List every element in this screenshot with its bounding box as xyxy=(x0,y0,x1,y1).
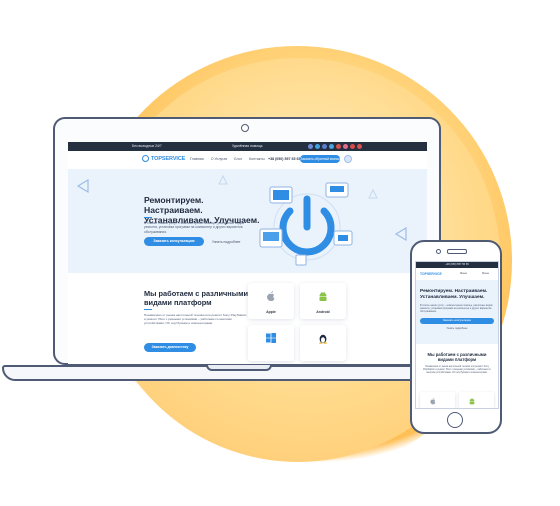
phone-logo[interactable]: TOPSERVICE xyxy=(420,272,442,276)
phone-hero-title: Ремонтируем. Настраиваем. Устанавливаем.… xyxy=(420,289,488,300)
os-card-android[interactable]: Android xyxy=(300,283,346,319)
social-links xyxy=(308,144,362,149)
nav-phone[interactable]: +38 (050) 557 65 65 xyxy=(268,157,300,161)
social-icon[interactable] xyxy=(322,144,327,149)
top-info-bar: Без выходных 24/7 Удалённая помощь xyxy=(68,142,427,151)
phone-menu-link[interactable]: Меню xyxy=(460,272,467,275)
triangle-decor-icon xyxy=(368,189,378,199)
phone-consultation-button[interactable]: Заказать консультацию xyxy=(420,318,494,324)
platforms-title: Мы работаем с различными видами платформ xyxy=(144,289,249,307)
title-underline xyxy=(144,217,152,219)
social-icon[interactable] xyxy=(336,144,341,149)
android-icon xyxy=(319,291,327,301)
android-icon xyxy=(469,398,475,405)
social-icon[interactable] xyxy=(343,144,348,149)
social-icon[interactable] xyxy=(357,144,362,149)
platforms-text: Независимо от рынка настольной техники и… xyxy=(144,313,247,326)
social-icon[interactable] xyxy=(308,144,313,149)
laptop-camera xyxy=(241,124,249,132)
windows-icon xyxy=(266,333,276,343)
power-logo-icon xyxy=(142,155,149,162)
phone-platforms-text: Независимо от рынка настольной техники и… xyxy=(423,366,491,375)
hero-section: Ремонтируем. Настраиваем. Устанавливаем.… xyxy=(68,169,427,273)
laptop-notch xyxy=(206,365,272,371)
os-card-linux[interactable] xyxy=(300,325,346,361)
phone-learn-more-link[interactable]: Узнать подробнее xyxy=(416,327,498,330)
search-icon[interactable] xyxy=(344,155,352,163)
phone-home-button[interactable] xyxy=(447,412,463,428)
learn-more-link[interactable]: Узнать подробнее xyxy=(212,240,240,244)
logo[interactable]: TOPSERVICE xyxy=(142,155,185,162)
triangle-decor-icon xyxy=(76,179,89,193)
nav-link-home[interactable]: Главная xyxy=(190,157,204,161)
working-hours: Без выходных 24/7 xyxy=(132,144,162,148)
nav-link-contacts[interactable]: Контакты xyxy=(249,157,265,161)
os-label: Android xyxy=(316,310,330,314)
os-card-apple[interactable]: Apple xyxy=(248,283,294,319)
nav-link-blog[interactable]: Блог xyxy=(234,157,242,161)
phone-screen: +38 (050) 557 65 65 TOPSERVICE Меню Меню… xyxy=(415,261,499,409)
title-underline xyxy=(144,309,152,311)
os-card-windows[interactable] xyxy=(248,325,294,361)
phone-os-card-apple[interactable] xyxy=(420,392,455,408)
apple-icon xyxy=(267,291,275,301)
callback-button[interactable]: Заказать обратный звонок xyxy=(300,155,340,163)
phone-hero: Ремонтируем. Настраиваем. Устанавливаем.… xyxy=(416,280,498,344)
hero-text: В списке наших услуг – компьютерная помо… xyxy=(144,221,245,234)
nav-link-services[interactable]: О Услугах xyxy=(211,157,228,161)
nav-links: Главная О Услугах Блог Контакты xyxy=(190,157,265,161)
platforms-section: Мы работаем с различными видами платформ… xyxy=(68,273,427,364)
phone-hero-text: В списке наших услуг – компьютерная помо… xyxy=(420,304,493,314)
social-icon[interactable] xyxy=(350,144,355,149)
navbar: TOPSERVICE Главная О Услугах Блог Контак… xyxy=(68,151,427,170)
remote-help-link[interactable]: Удалённая помощь xyxy=(232,142,263,151)
diagnostics-button[interactable]: Заказать диагностику xyxy=(144,343,196,352)
phone-platforms-title: Мы работаем с различными видами платформ xyxy=(427,352,487,363)
social-icon[interactable] xyxy=(329,144,334,149)
hamburger-menu-icon[interactable]: Меню xyxy=(482,272,489,275)
phone-camera xyxy=(436,249,441,254)
phone-os-cards xyxy=(420,392,494,408)
phone-speaker xyxy=(447,249,467,254)
logo-text: TOPSERVICE xyxy=(151,155,186,162)
apple-icon xyxy=(430,397,436,405)
consultation-button[interactable]: Заказать консультацию xyxy=(144,237,204,246)
laptop-screen: Без выходных 24/7 Удалённая помощь TOPSE… xyxy=(68,142,427,364)
triangle-decor-icon xyxy=(394,227,407,241)
os-label: Apple xyxy=(266,310,276,314)
social-icon[interactable] xyxy=(315,144,320,149)
phone-os-card-android[interactable] xyxy=(459,392,494,408)
power-button-illustration-icon xyxy=(259,182,353,266)
linux-icon xyxy=(319,334,327,344)
triangle-decor-icon xyxy=(218,175,228,185)
